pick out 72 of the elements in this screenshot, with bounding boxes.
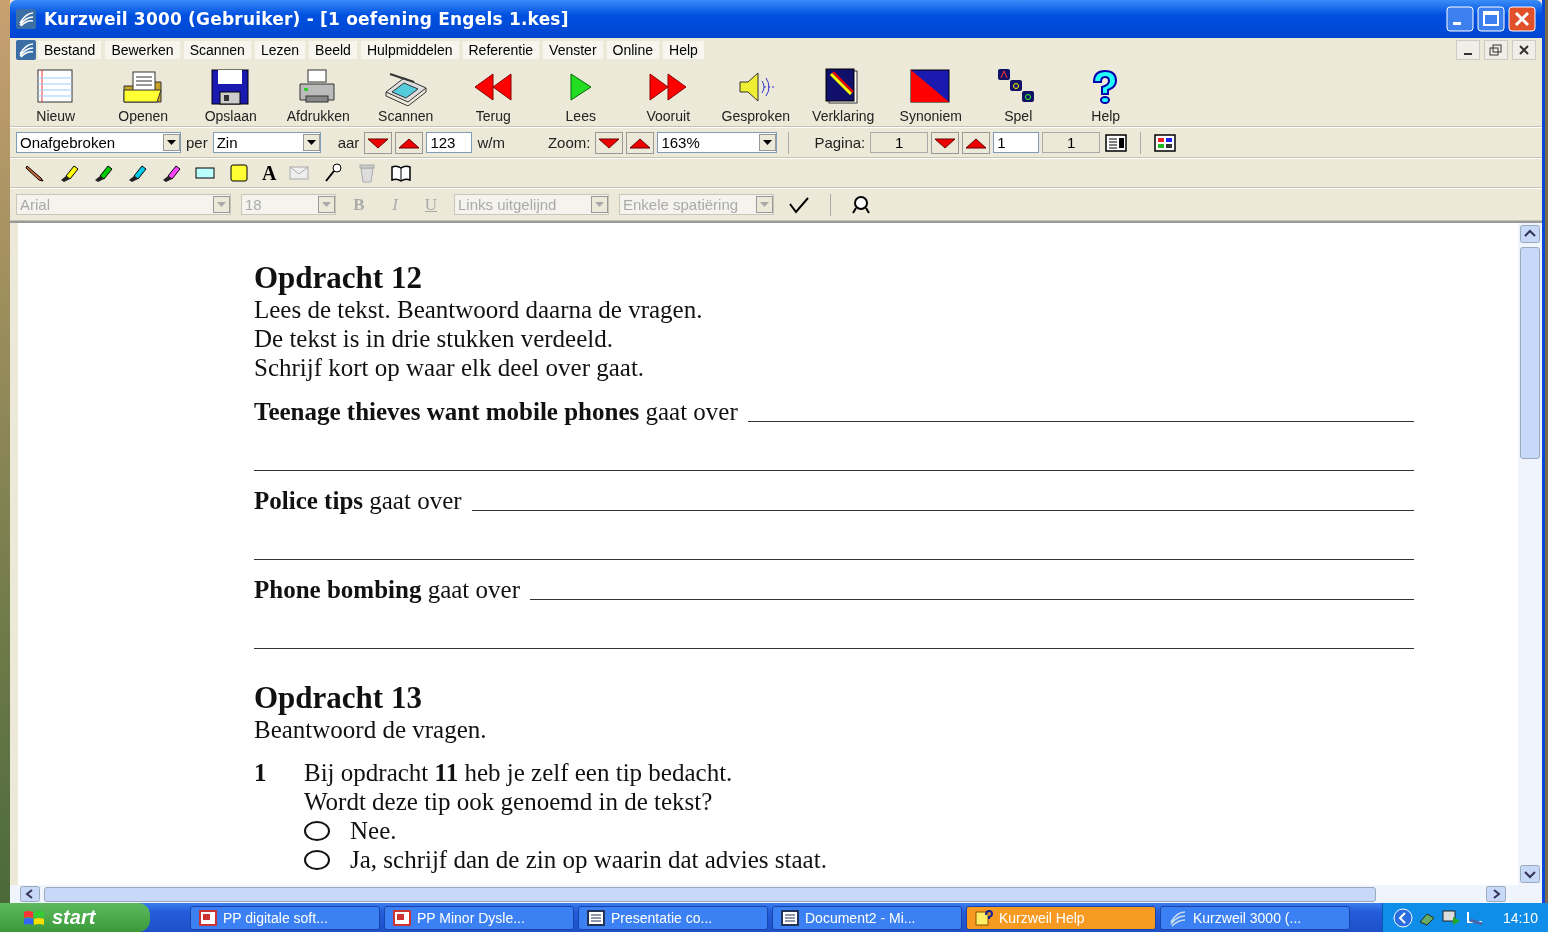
scroll-thumb[interactable] (1520, 247, 1540, 459)
document-logo-icon (16, 40, 36, 60)
zoom-label: Zoom: (546, 134, 592, 151)
per-label: per (185, 134, 209, 151)
prompt-text: Police tips gaat over (254, 487, 462, 515)
option-text: Nee. (350, 816, 397, 845)
taskbar-button[interactable]: PP digitale soft... (190, 905, 380, 930)
question-text: Bij opdracht 11 heb je zelf een tip bedacht. (304, 758, 734, 787)
unit-dropdown[interactable]: Zin (212, 132, 321, 153)
column-view-icon[interactable] (1103, 131, 1130, 154)
section-heading: Opdracht 12 (254, 261, 423, 295)
section-heading: Opdracht 13 (254, 681, 423, 715)
speed-unit-label: w/m (476, 134, 506, 151)
instruction-text: Lees de tekst. Beantwoord daarna de vragen. (254, 295, 704, 324)
menu-item[interactable]: Bewerken (105, 41, 180, 59)
reading-mode-dropdown[interactable]: Onafgebroken (16, 132, 181, 153)
maximize-icon[interactable] (1477, 6, 1505, 32)
menu-item[interactable]: Referentie (462, 41, 540, 59)
menu-item[interactable]: Online (606, 41, 660, 59)
scroll-thumb[interactable] (44, 886, 1376, 902)
menu-item[interactable]: Bestand (38, 41, 102, 59)
restore-icon[interactable] (1484, 40, 1508, 60)
menu-item[interactable]: Help (663, 41, 704, 59)
taskbar-button[interactable]: Kurzweil 3000 (... (1160, 905, 1350, 930)
question-text: Wordt deze tip ook genoemd in de tekst? (304, 787, 714, 816)
page-number: 1 (870, 132, 929, 153)
speed-field[interactable]: 123 (426, 132, 473, 153)
page-label: Pagina: (813, 134, 867, 151)
speed-label: aar (336, 134, 361, 151)
prompt-text: Teenage thieves want mobile phones gaat over (254, 398, 738, 426)
document-icon (781, 908, 799, 927)
chevron-left-icon[interactable] (1392, 907, 1413, 928)
sticky-note-icon[interactable] (228, 162, 250, 184)
menu-item[interactable]: Scannen (183, 41, 251, 59)
radio-button[interactable] (304, 849, 330, 870)
instruction-text: Beantwoord de vragen. (254, 715, 488, 744)
close-icon[interactable] (1512, 40, 1536, 60)
prompt-text: Phone bombing gaat over (254, 576, 520, 604)
scroll-up-icon[interactable] (1520, 225, 1540, 243)
magnifier-icon[interactable] (849, 193, 873, 216)
page-total: 1 (1042, 132, 1101, 153)
question-mark-icon (975, 908, 993, 927)
slides-icon (199, 908, 217, 927)
computer-icon[interactable] (1440, 907, 1461, 928)
taskbar-button[interactable]: PP Minor Dysle... (384, 905, 574, 930)
clock: 14:10 (1502, 909, 1538, 926)
menu-item[interactable]: Beeld (309, 41, 357, 59)
scroll-down-icon[interactable] (1520, 865, 1540, 883)
app-logo-icon (16, 9, 36, 29)
instruction-text: Schrijf kort op waar elk deel over gaat. (254, 353, 646, 382)
slides-icon (393, 908, 411, 927)
taskbar-button[interactable]: Document2 - Mi... (772, 905, 962, 930)
question-number: 1 (254, 758, 268, 788)
app-logo-icon (1169, 908, 1187, 927)
minimize-icon[interactable] (1456, 40, 1480, 60)
radio-button[interactable] (304, 820, 330, 841)
menu-item[interactable]: Lezen (254, 41, 306, 59)
menu-item[interactable]: Hulpmiddelen (360, 41, 459, 59)
option-text: Ja, schrijf dan de zin op waarin dat advies staat. (350, 845, 827, 874)
scroll-right-icon[interactable] (1486, 886, 1506, 902)
text-tool-button[interactable]: A (262, 162, 277, 184)
scroll-left-icon[interactable] (20, 886, 40, 902)
open-book-icon[interactable] (390, 162, 413, 184)
instruction-text: De tekst is in drie stukken verdeeld. (254, 324, 614, 353)
zoom-dropdown[interactable]: 163% (657, 132, 778, 153)
document-icon (587, 908, 605, 927)
page-field[interactable]: 1 (993, 132, 1040, 153)
menu-item[interactable]: Venster (543, 41, 603, 59)
split-square-icon (908, 68, 953, 106)
window-title: Kurzweil 3000 (Gebruiker) - [1 oefening Engels 1.kes] (44, 9, 570, 29)
color-grid-icon[interactable] (1152, 131, 1179, 154)
taskbar-button[interactable]: Presentatie co... (578, 905, 768, 930)
